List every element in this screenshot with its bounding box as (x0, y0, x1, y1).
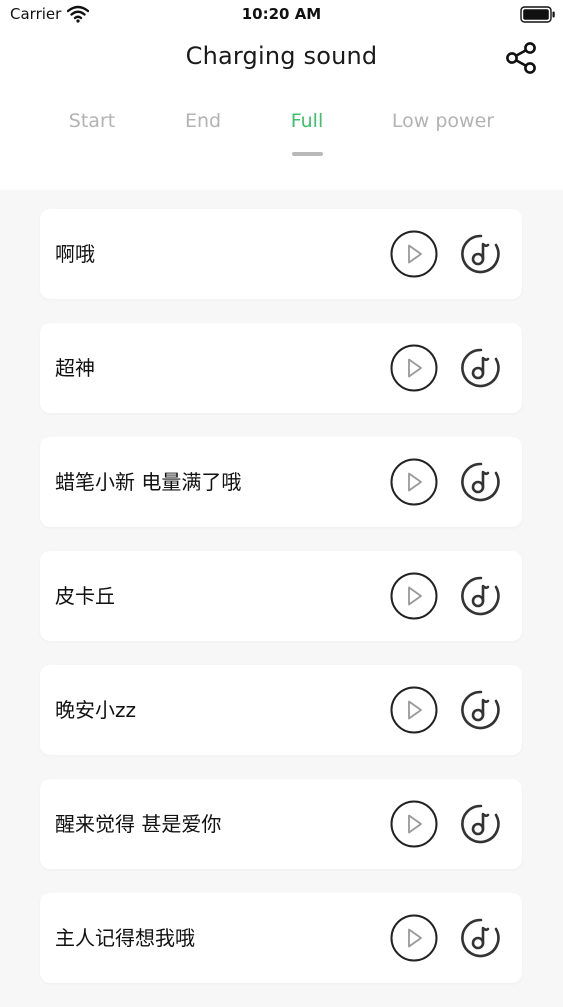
tab-end[interactable]: End (185, 110, 221, 132)
status-bar: Carrier 10:20 AM (0, 0, 563, 30)
tab-indicator (292, 152, 323, 156)
play-icon[interactable] (390, 914, 438, 962)
list-item: 主人记得想我哦 (40, 893, 522, 983)
sound-title: 主人记得想我哦 (55, 926, 195, 950)
play-icon[interactable] (390, 344, 438, 392)
music-note-icon[interactable] (460, 233, 502, 275)
sound-title: 啊哦 (55, 242, 95, 266)
page-title: Charging sound (185, 42, 378, 70)
play-icon[interactable] (390, 800, 438, 848)
share-button[interactable] (500, 38, 542, 78)
list-item: 晚安小zz (40, 665, 522, 755)
list-item: 蜡笔小新 电量满了哦 (40, 437, 522, 527)
sound-title: 超神 (55, 356, 95, 380)
music-note-icon[interactable] (460, 461, 502, 503)
music-note-icon[interactable] (460, 689, 502, 731)
list-item: 超神 (40, 323, 522, 413)
play-icon[interactable] (390, 686, 438, 734)
music-note-icon[interactable] (460, 575, 502, 617)
sound-title: 皮卡丘 (55, 584, 115, 608)
list-item: 啊哦 (40, 209, 522, 299)
tab-low-power[interactable]: Low power (392, 110, 494, 132)
status-time: 10:20 AM (241, 5, 322, 23)
tab-start[interactable]: Start (69, 110, 115, 132)
list-item: 皮卡丘 (40, 551, 522, 641)
play-icon[interactable] (390, 458, 438, 506)
sound-list: 啊哦 超神 蜡笔小新 电量满了哦 皮卡丘 晚安小zz 醒来觉得 甚是爱你 主人记… (40, 209, 522, 1007)
sound-title: 晚安小zz (55, 698, 136, 722)
header: Charging sound Start End Full Low power (0, 30, 563, 190)
tab-bar: Start End Full Low power (0, 106, 563, 166)
sound-title: 蜡笔小新 电量满了哦 (55, 470, 242, 494)
share-icon (506, 42, 536, 74)
battery-icon (520, 6, 555, 23)
list-item: 醒来觉得 甚是爱你 (40, 779, 522, 869)
play-icon[interactable] (390, 572, 438, 620)
music-note-icon[interactable] (460, 803, 502, 845)
music-note-icon[interactable] (460, 347, 502, 389)
music-note-icon[interactable] (460, 917, 502, 959)
play-icon[interactable] (390, 230, 438, 278)
tab-full[interactable]: Full (291, 110, 324, 132)
sound-title: 醒来觉得 甚是爱你 (55, 812, 222, 836)
